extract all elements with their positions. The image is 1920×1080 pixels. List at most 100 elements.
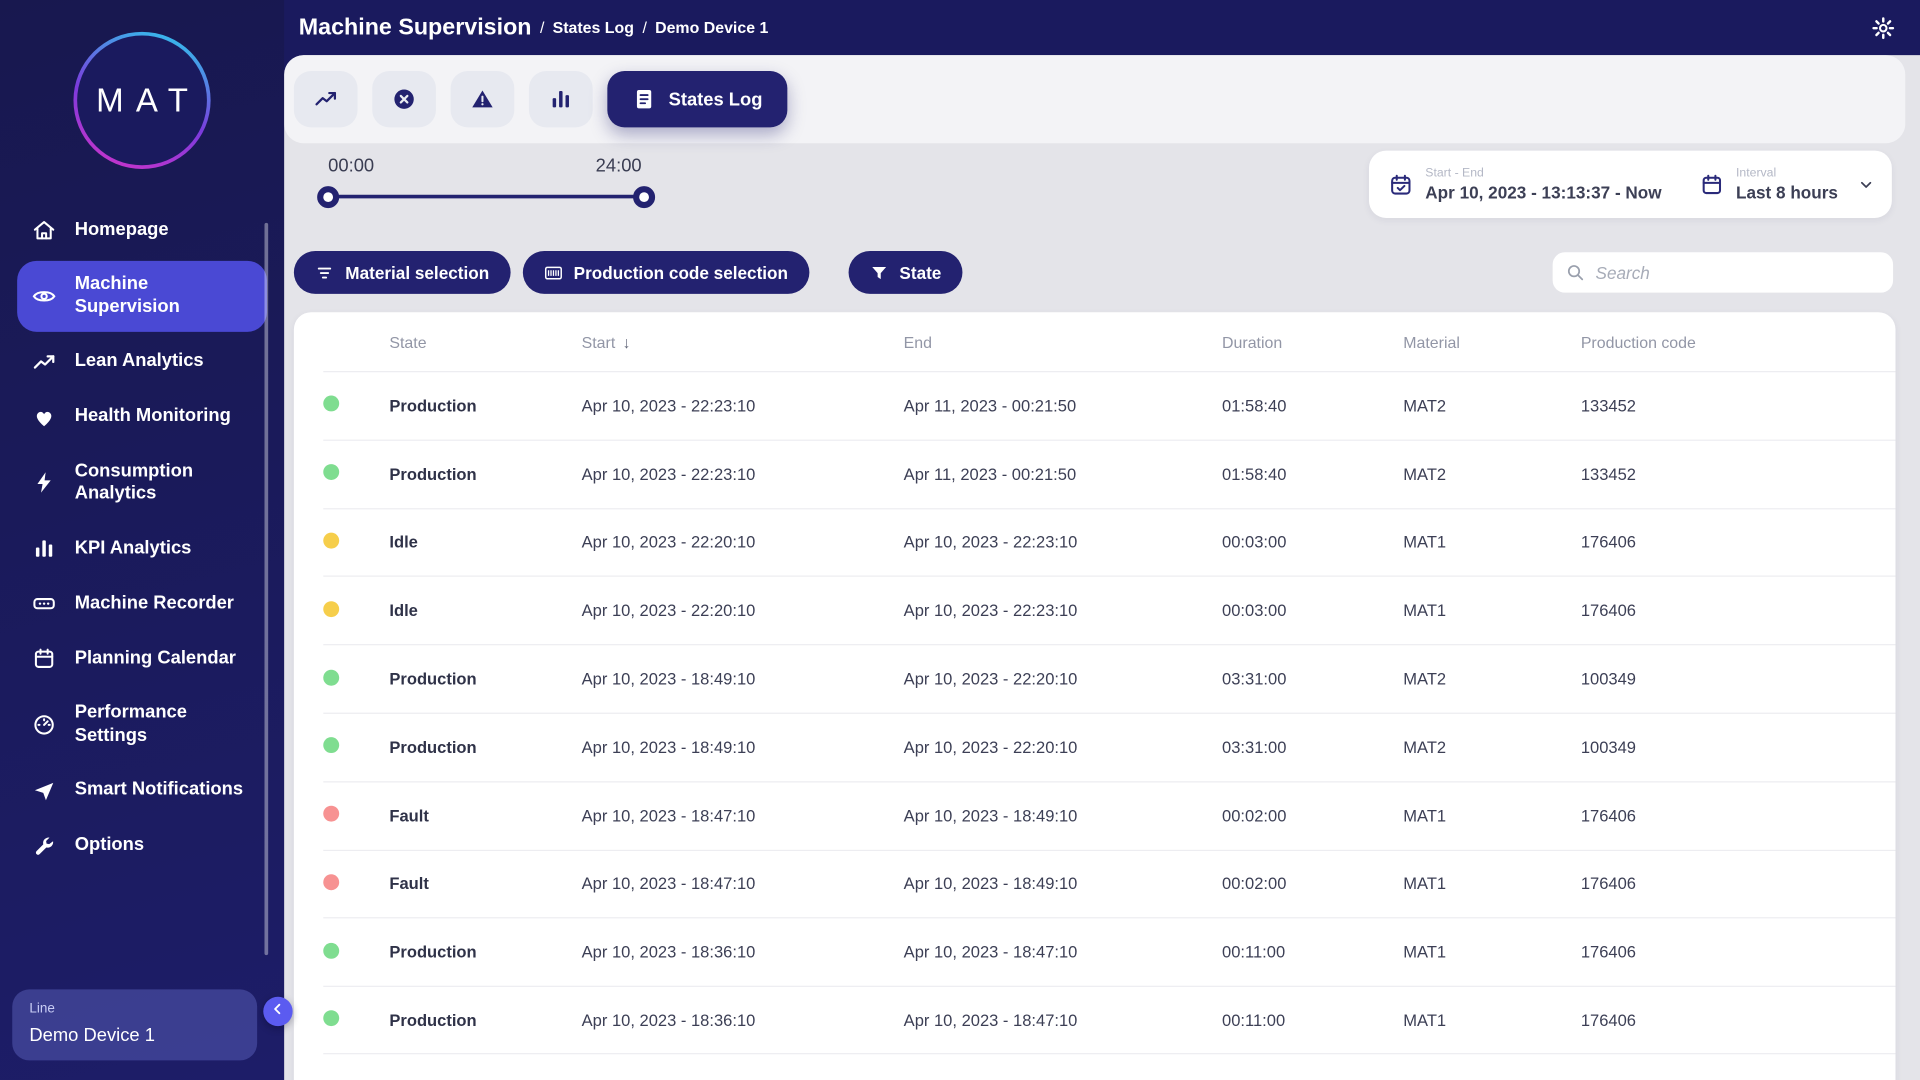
- table-row[interactable]: Production Apr 10, 2023 - 18:49:10 Apr 1…: [323, 644, 1895, 712]
- material-cell: MAT2: [1403, 397, 1581, 415]
- sidebar-item-label: Machine Recorder: [75, 592, 234, 615]
- table-row[interactable]: Idle Apr 10, 2023 - 22:20:10 Apr 10, 202…: [323, 508, 1895, 576]
- production-code-cell: 100349: [1581, 738, 1896, 756]
- start-cell: Apr 10, 2023 - 18:47:10: [582, 807, 904, 825]
- device-selector[interactable]: Line Demo Device 1: [12, 989, 257, 1060]
- sidebar-item[interactable]: Consumption Analytics: [17, 448, 267, 518]
- warning-icon: [470, 87, 494, 111]
- material-cell: MAT2: [1403, 465, 1581, 483]
- end-cell: Apr 11, 2023 - 00:21:50: [904, 397, 1222, 415]
- breadcrumb-device[interactable]: Demo Device 1: [643, 18, 769, 36]
- table-row[interactable]: Production Apr 10, 2023 - 18:36:10 Apr 1…: [323, 986, 1895, 1054]
- sidebar-item-label: Homepage: [75, 219, 169, 242]
- filter-list-icon: [315, 263, 335, 283]
- column-header-duration[interactable]: Duration: [1222, 332, 1403, 350]
- start-cell: Apr 10, 2023 - 22:20:10: [582, 533, 904, 551]
- end-cell: Apr 10, 2023 - 18:49:10: [904, 807, 1222, 825]
- material-selection-button[interactable]: Material selection: [294, 251, 510, 294]
- view-tab[interactable]: [372, 71, 436, 127]
- breadcrumb-states-log[interactable]: States Log: [540, 18, 634, 36]
- state-cell: Production: [389, 465, 581, 483]
- sidebar: MAT Homepage Machine Supervision Lean An…: [0, 0, 284, 1080]
- view-tab[interactable]: [451, 71, 515, 127]
- state-filter-button[interactable]: State: [848, 251, 962, 294]
- search-input[interactable]: [1596, 263, 1881, 283]
- page-title: Machine Supervision: [299, 14, 532, 41]
- sidebar-item-label: Health Monitoring: [75, 405, 231, 428]
- gauge-icon: [32, 712, 56, 736]
- state-cell: Fault: [389, 875, 581, 893]
- sidebar-item-label: Consumption Analytics: [75, 460, 253, 506]
- sidebar-item[interactable]: Planning Calendar: [17, 634, 267, 683]
- table-row[interactable]: Production Apr 10, 2023 - 22:23:10 Apr 1…: [323, 371, 1895, 439]
- material-cell: MAT2: [1403, 738, 1581, 756]
- table-row[interactable]: Production Apr 10, 2023 - 18:36:10 Apr 1…: [323, 918, 1895, 986]
- state-dot: [323, 806, 339, 822]
- slider-handle-min[interactable]: [317, 186, 339, 208]
- states-log-table: State Start ↓ End Duration Material Prod…: [294, 312, 1896, 1080]
- sidebar-item[interactable]: Machine Recorder: [17, 579, 267, 628]
- column-header-end[interactable]: End: [904, 332, 1222, 350]
- sidebar-item[interactable]: Options: [17, 821, 267, 870]
- view-tab[interactable]: States Log: [607, 71, 787, 127]
- state-dot: [323, 533, 339, 549]
- column-header-material[interactable]: Material: [1403, 332, 1581, 350]
- table-row[interactable]: Production Apr 10, 2023 - 22:23:10 Apr 1…: [323, 439, 1895, 507]
- heart-icon: [32, 405, 56, 429]
- x-circle-icon: [392, 87, 416, 111]
- search-box: [1553, 252, 1893, 292]
- sort-desc-icon: ↓: [623, 332, 631, 350]
- production-code-selection-button[interactable]: Production code selection: [522, 251, 809, 294]
- send-icon: [32, 778, 56, 802]
- chevron-down-icon: [1858, 176, 1875, 193]
- material-cell: MAT1: [1403, 602, 1581, 620]
- settings-gear-button[interactable]: [1871, 15, 1895, 39]
- end-cell: Apr 10, 2023 - 18:47:10: [904, 943, 1222, 961]
- sidebar-scrollbar[interactable]: [264, 223, 268, 955]
- state-cell: Fault: [389, 807, 581, 825]
- table-row[interactable]: Idle Apr 10, 2023 - 22:20:10 Apr 10, 202…: [323, 576, 1895, 644]
- start-end-picker[interactable]: Start - End Apr 10, 2023 - 13:13:37 - No…: [1389, 167, 1687, 203]
- end-cell: Apr 10, 2023 - 22:23:10: [904, 602, 1222, 620]
- sidebar-collapse-button[interactable]: [263, 997, 292, 1026]
- view-tab[interactable]: [529, 71, 593, 127]
- duration-cell: 00:03:00: [1222, 602, 1403, 620]
- column-header-state[interactable]: State: [389, 332, 581, 350]
- state-cell: Production: [389, 943, 581, 961]
- sidebar-item[interactable]: Lean Analytics: [17, 337, 267, 386]
- sidebar-item[interactable]: Health Monitoring: [17, 392, 267, 441]
- funnel-icon: [869, 263, 889, 283]
- start-cell: Apr 10, 2023 - 18:49:10: [582, 670, 904, 688]
- column-header-production-code[interactable]: Production code: [1581, 332, 1896, 350]
- sidebar-item-label: Options: [75, 834, 144, 857]
- table-row[interactable]: Production Apr 10, 2023 - 18:49:10 Apr 1…: [323, 713, 1895, 781]
- table-row[interactable]: Fault Apr 10, 2023 - 18:47:10 Apr 10, 20…: [323, 781, 1895, 849]
- table-row[interactable]: Fault Apr 10, 2023 - 18:47:10 Apr 10, 20…: [323, 849, 1895, 917]
- slider-track[interactable]: [328, 195, 644, 199]
- sidebar-item[interactable]: Smart Notifications: [17, 766, 267, 815]
- logo-text: MAT: [77, 36, 207, 166]
- state-cell: Production: [389, 738, 581, 756]
- duration-cell: 01:58:40: [1222, 397, 1403, 415]
- slider-handle-max[interactable]: [633, 186, 655, 208]
- sidebar-item[interactable]: Homepage: [17, 206, 267, 255]
- app: MAT Homepage Machine Supervision Lean An…: [0, 0, 1920, 1080]
- home-icon: [32, 218, 56, 242]
- sidebar-item[interactable]: Machine Supervision: [17, 261, 267, 331]
- state-cell: Production: [389, 1011, 581, 1029]
- column-header-start[interactable]: Start ↓: [582, 332, 904, 350]
- sidebar-item[interactable]: KPI Analytics: [17, 524, 267, 573]
- calendar-check-icon: [1389, 172, 1413, 196]
- sidebar-item[interactable]: Performance Settings: [17, 689, 267, 759]
- kpi-icon: [32, 536, 56, 560]
- state-dot: [323, 601, 339, 617]
- view-tab[interactable]: [294, 71, 358, 127]
- chevron-left-icon: [269, 1000, 286, 1023]
- interval-picker[interactable]: Interval Last 8 hours: [1699, 167, 1874, 203]
- material-cell: MAT1: [1403, 1011, 1581, 1029]
- state-dot: [323, 738, 339, 754]
- state-dot: [323, 943, 339, 959]
- state-dot: [323, 874, 339, 890]
- end-cell: Apr 10, 2023 - 22:20:10: [904, 738, 1222, 756]
- content-panel: States Log 00:00 24:00 Start - End Apr 1…: [284, 55, 1920, 1080]
